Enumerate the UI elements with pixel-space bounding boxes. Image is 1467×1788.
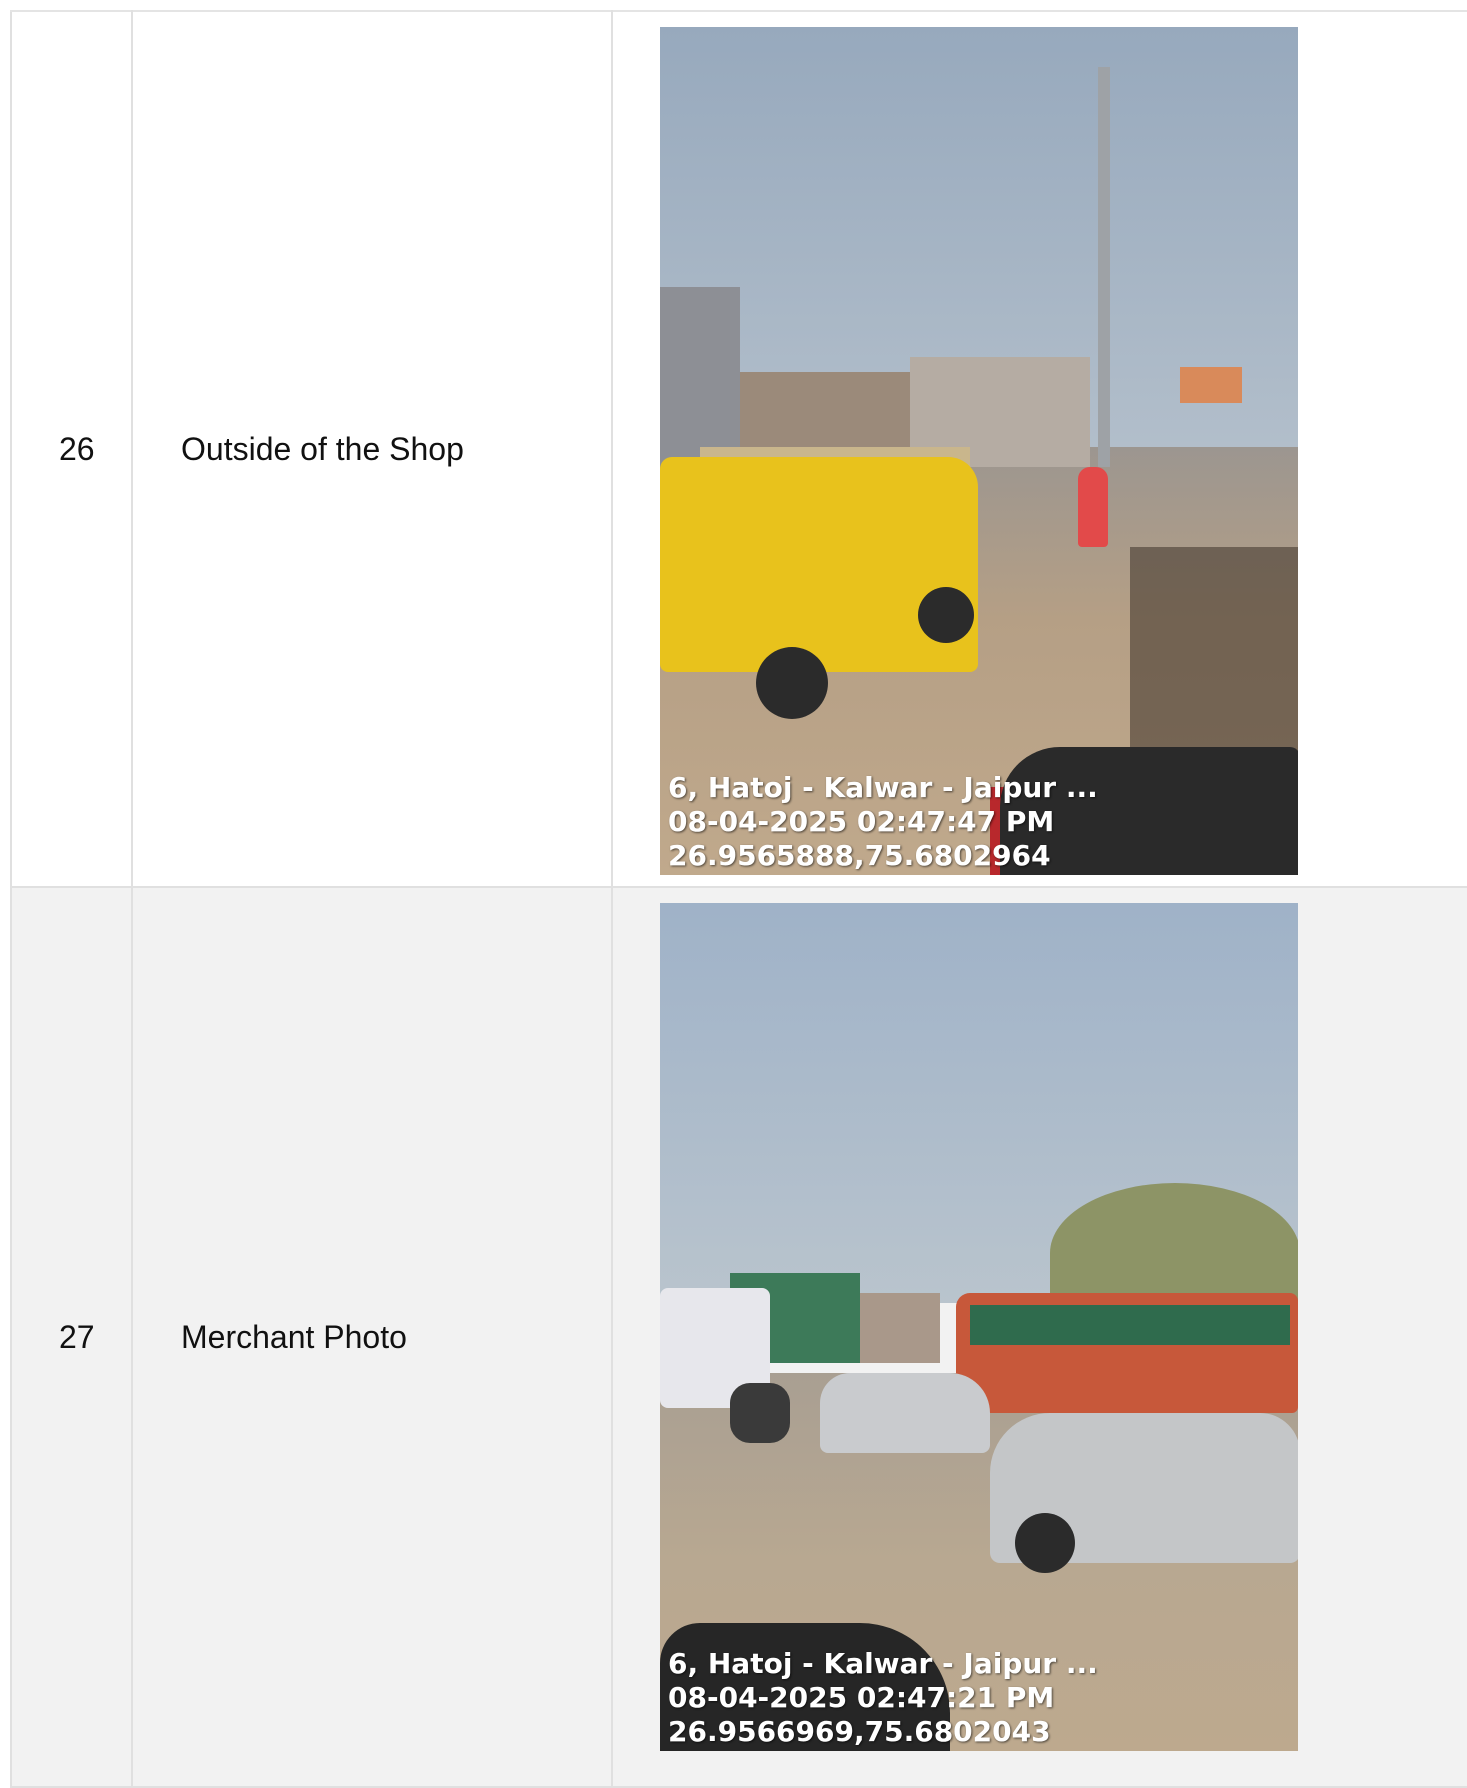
- bus-windows: [970, 1305, 1290, 1345]
- photo-cell: 6, Hatoj - Kalwar - Jaipur ... 08-04-202…: [611, 10, 1467, 888]
- merchant-photo[interactable]: 6, Hatoj - Kalwar - Jaipur ... 08-04-202…: [660, 903, 1298, 1751]
- table-row: 27 Merchant Photo 6, Hatoj - Kalwar - Ja…: [10, 886, 1467, 1788]
- pedestrian: [1078, 467, 1108, 547]
- row-number: 27: [10, 886, 133, 1788]
- geo-timestamp: 6, Hatoj - Kalwar - Jaipur ... 08-04-202…: [668, 771, 1098, 873]
- photo-cell: 6, Hatoj - Kalwar - Jaipur ... 08-04-202…: [611, 886, 1467, 1788]
- row-label: Outside of the Shop: [131, 10, 613, 888]
- table-row: 26 Outside of the Shop 6, Hatoj - Kalwar…: [10, 10, 1467, 888]
- van-wheel: [918, 587, 974, 643]
- stamp-address: 6, Hatoj - Kalwar - Jaipur ...: [668, 771, 1098, 804]
- shop-exterior-photo[interactable]: 6, Hatoj - Kalwar - Jaipur ... 08-04-202…: [660, 27, 1298, 875]
- car-wheel: [1015, 1513, 1075, 1573]
- stamp-coordinates: 26.9566969,75.6802043: [668, 1715, 1051, 1748]
- geo-timestamp: 6, Hatoj - Kalwar - Jaipur ... 08-04-202…: [668, 1647, 1098, 1749]
- row-number: 26: [10, 10, 133, 888]
- motorcycle: [730, 1383, 790, 1443]
- silver-hatchback: [820, 1373, 990, 1453]
- building: [860, 1293, 940, 1363]
- photo-report-table: 26 Outside of the Shop 6, Hatoj - Kalwar…: [10, 10, 1467, 1788]
- row-label: Merchant Photo: [131, 886, 613, 1788]
- billboard: [1180, 367, 1242, 403]
- building: [660, 287, 740, 467]
- stamp-datetime: 08-04-2025 02:47:21 PM: [668, 1681, 1055, 1714]
- stamp-address: 6, Hatoj - Kalwar - Jaipur ...: [668, 1647, 1098, 1680]
- telecom-tower: [1098, 67, 1110, 467]
- yellow-van: [660, 457, 978, 672]
- stamp-coordinates: 26.9565888,75.6802964: [668, 839, 1051, 872]
- stamp-datetime: 08-04-2025 02:47:47 PM: [668, 805, 1055, 838]
- van-wheel: [756, 647, 828, 719]
